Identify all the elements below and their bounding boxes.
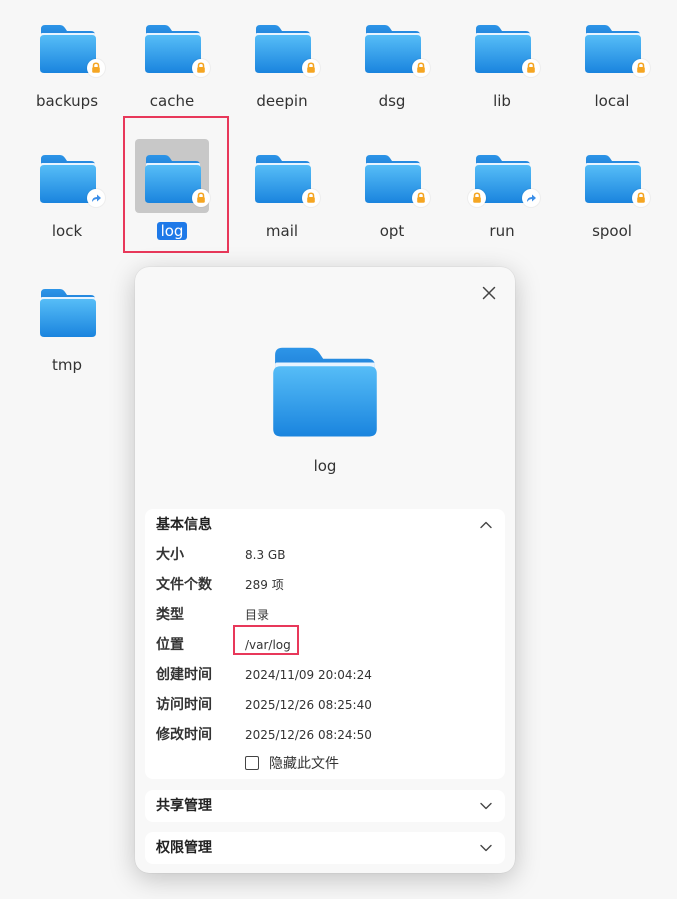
chevron-down-icon[interactable] [479,799,493,813]
dialog-file-name: log [313,457,337,475]
lock-icon [87,59,105,77]
lock-icon [632,59,650,77]
folder-label: cache [149,92,195,110]
folder-icon [39,287,97,340]
modified-label: 修改时间 [156,727,212,743]
folder-icon [144,23,210,77]
size-label: 大小 [156,547,184,563]
hide-file-option[interactable]: 隐藏此文件 [245,753,339,773]
folder-item-opt[interactable]: opt [337,130,447,250]
hide-file-checkbox[interactable] [245,756,259,770]
chevron-down-icon[interactable] [479,841,493,855]
folder-item-run[interactable]: run [447,130,557,250]
folder-item-local[interactable]: local [557,0,667,120]
type-label: 类型 [156,607,184,623]
lock-icon [412,59,430,77]
link-arrow-icon [87,189,105,207]
permission-section[interactable]: 权限管理 [145,832,505,864]
folder-item-backups[interactable]: backups [12,0,122,120]
share-section[interactable]: 共享管理 [145,790,505,822]
folder-item-mail[interactable]: mail [227,130,337,250]
hide-file-label: 隐藏此文件 [269,756,339,772]
folder-label: tmp [51,356,82,374]
type-value: 目录 [245,608,270,622]
lock-icon [412,189,430,207]
folder-label: deepin [256,92,308,110]
chevron-up-icon[interactable] [479,518,493,532]
link-arrow-icon [522,189,540,207]
accessed-label: 访问时间 [156,697,212,713]
permission-header[interactable]: 权限管理 [156,832,212,864]
folder-item-dsg[interactable]: dsg [337,0,447,120]
folder-icon [254,153,320,207]
annotation-box-selected-folder [123,116,229,253]
count-label: 文件个数 [156,577,212,593]
share-header[interactable]: 共享管理 [156,790,212,822]
folder-item-deepin[interactable]: deepin [227,0,337,120]
folder-icon [254,23,320,77]
folder-label: dsg [378,92,406,110]
folder-label: mail [265,222,299,240]
lock-icon [632,189,650,207]
lock-icon [468,189,486,207]
created-value: 2024/11/09 20:04:24 [245,668,372,682]
folder-label: lib [493,92,511,110]
lock-icon [302,189,320,207]
folder-item-cache[interactable]: cache [117,0,227,120]
folder-icon [364,153,430,207]
folder-icon [584,153,650,207]
basic-info-section: 基本信息 大小 8.3 GB 文件个数 289 项 类型 目录 位置 /var/… [145,509,505,779]
folder-icon [584,23,650,77]
properties-dialog: log 基本信息 大小 8.3 GB 文件个数 289 项 类型 目录 位置 /… [135,267,515,873]
size-value: 8.3 GB [245,548,286,562]
folder-icon [364,23,430,77]
folder-label: spool [592,222,632,240]
folder-label: lock [51,222,83,240]
count-value: 289 项 [245,578,284,592]
lock-icon [192,59,210,77]
folder-item-spool[interactable]: spool [557,130,667,250]
folder-icon [474,23,540,77]
folder-icon [39,153,105,207]
folder-icon [468,153,540,207]
folder-label: opt [379,222,405,240]
folder-label: backups [35,92,99,110]
basic-info-header[interactable]: 基本信息 [156,509,212,541]
folder-icon [268,344,382,442]
folder-item-tmp[interactable]: tmp [12,264,122,384]
folder-label: local [594,92,630,110]
lock-icon [302,59,320,77]
modified-value: 2025/12/26 08:24:50 [245,728,372,742]
annotation-box-location [233,625,299,655]
close-icon [482,286,496,300]
accessed-value: 2025/12/26 08:25:40 [245,698,372,712]
folder-item-lib[interactable]: lib [447,0,557,120]
folder-item-lock[interactable]: lock [12,130,122,250]
created-label: 创建时间 [156,667,212,683]
close-button[interactable] [477,281,501,305]
folder-label: run [489,222,515,240]
folder-icon [39,23,105,77]
lock-icon [522,59,540,77]
